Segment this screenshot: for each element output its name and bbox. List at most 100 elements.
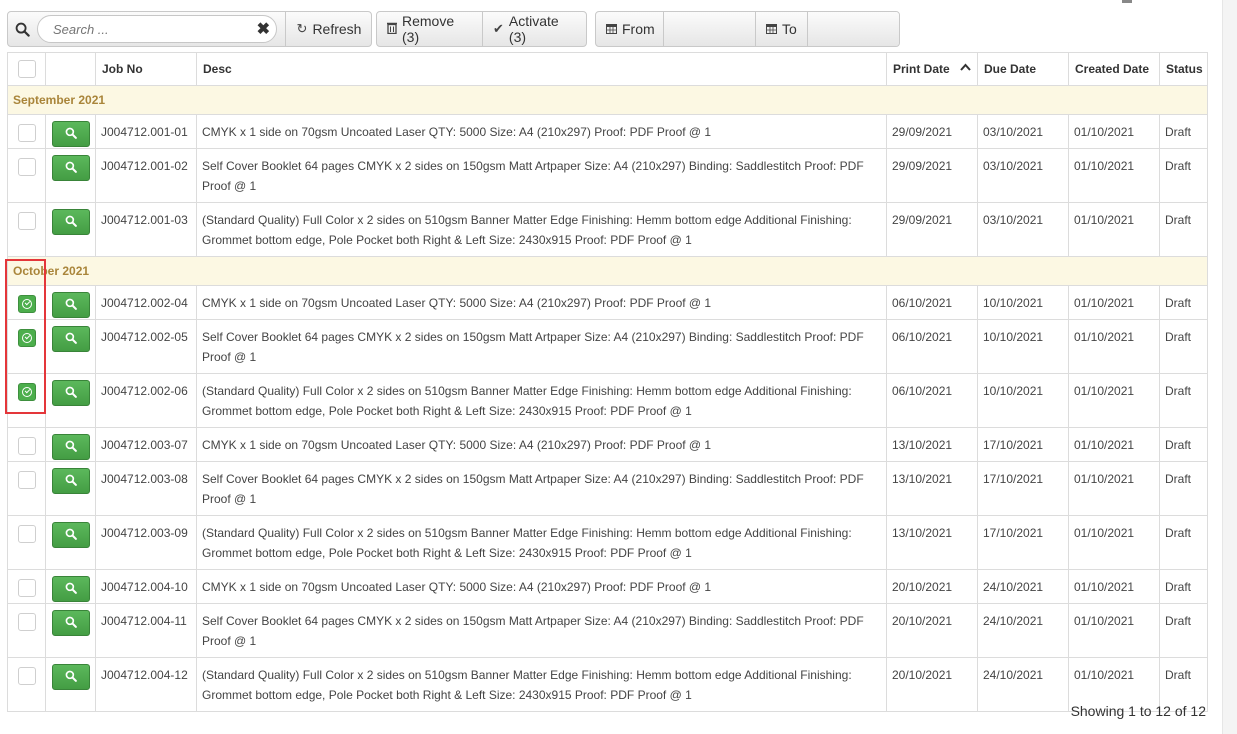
sort-asc-icon [960,62,971,74]
close-icon[interactable]: ✖ [257,19,270,39]
to-label: To [782,21,797,37]
view-button[interactable] [51,434,90,460]
view-button[interactable] [51,380,90,406]
remove-button[interactable]: Remove (3) [377,12,483,46]
search-field[interactable]: ✖ [37,15,277,43]
due-date-cell: 03/10/2021 [977,202,1069,257]
view-button[interactable] [51,610,90,636]
table-row[interactable]: J004712.001-02 Self Cover Booklet 64 page… [7,148,1208,203]
job-no-cell: J004712.003-07 [95,427,197,462]
created-date-cell: 01/10/2021 [1068,427,1160,462]
job-no-cell: J004712.001-02 [95,148,197,203]
due-date-cell: 10/10/2021 [977,285,1069,320]
print-date-cell: 06/10/2021 [886,285,978,320]
row-checkbox[interactable] [17,437,36,455]
view-button[interactable] [51,576,90,602]
view-button[interactable] [51,468,90,494]
due-date-header[interactable]: Due Date [977,52,1069,86]
view-cell [45,515,96,570]
created-date-cell: 01/10/2021 [1068,373,1160,428]
calendar-icon [766,22,777,37]
table-row[interactable]: J004712.002-06 (Standard Quality) Full Co… [7,373,1208,428]
status-cell: Draft [1159,373,1208,428]
due-date-cell: 17/10/2021 [977,461,1069,516]
print-date-cell: 13/10/2021 [886,461,978,516]
status-cell: Draft [1159,114,1208,149]
magnifier-icon [65,440,77,452]
row-checkbox[interactable] [17,124,36,142]
job-no-cell: J004712.003-09 [95,515,197,570]
magnifier-icon [65,127,77,139]
table-row[interactable]: J004712.001-03 (Standard Quality) Full Co… [7,202,1208,257]
created-date-cell: 01/10/2021 [1068,148,1160,203]
job-no-cell: J004712.001-01 [95,114,197,149]
row-checkbox[interactable] [17,158,36,176]
table-row[interactable]: J004712.004-10 CMYK x 1 side on 70gsm Unc… [7,569,1208,604]
view-cell [45,285,96,320]
select-all-checkbox[interactable] [17,60,36,78]
status-header[interactable]: Status [1159,52,1208,86]
table-row[interactable]: J004712.004-11 Self Cover Booklet 64 page… [7,603,1208,658]
select-cell [7,373,46,428]
desc-cell: CMYK x 1 side on 70gsm Uncoated Laser QT… [196,285,887,320]
table-row[interactable]: J004712.002-05 Self Cover Booklet 64 page… [7,319,1208,374]
row-checkbox[interactable] [17,471,36,489]
due-date-cell: 24/10/2021 [977,657,1069,712]
table-row[interactable]: J004712.001-01 CMYK x 1 side on 70gsm Unc… [7,114,1208,149]
magnifier-icon [65,582,77,594]
print-date-cell: 29/09/2021 [886,148,978,203]
to-button[interactable]: To [756,12,808,46]
desc-header[interactable]: Desc [196,52,887,86]
view-button[interactable] [51,292,90,318]
magnifier-icon [65,215,77,227]
table-row[interactable]: J004712.002-04 CMYK x 1 side on 70gsm Unc… [7,285,1208,320]
print-date-cell: 29/09/2021 [886,114,978,149]
row-checkbox-checked[interactable] [17,329,36,347]
view-button[interactable] [51,326,90,352]
table-row[interactable]: J004712.004-12 (Standard Quality) Full Co… [7,657,1208,712]
date-range-group: From To [595,11,900,47]
table-row[interactable]: J004712.003-07 CMYK x 1 side on 70gsm Unc… [7,427,1208,462]
search-icon [8,12,36,46]
select-cell [7,148,46,203]
from-button[interactable]: From [596,12,664,46]
table-row[interactable]: J004712.003-09 (Standard Quality) Full Co… [7,515,1208,570]
to-date-input[interactable] [808,12,899,46]
row-checkbox[interactable] [17,579,36,597]
magnifier-icon [65,332,77,344]
view-cell [45,148,96,203]
created-date-cell: 01/10/2021 [1068,285,1160,320]
created-date-cell: 01/10/2021 [1068,202,1160,257]
refresh-button[interactable]: ↻ Refresh [285,12,371,46]
row-checkbox-checked[interactable] [17,295,36,313]
search-input[interactable] [51,16,255,42]
view-button[interactable] [51,209,90,235]
print-date-cell: 29/09/2021 [886,202,978,257]
view-button[interactable] [51,155,90,181]
table-row[interactable]: J004712.003-08 Self Cover Booklet 64 page… [7,461,1208,516]
trash-icon [387,22,397,37]
job-no-header[interactable]: Job No [95,52,197,86]
from-date-input[interactable] [664,12,756,46]
desc-cell: (Standard Quality) Full Color x 2 sides … [196,657,887,712]
row-checkbox[interactable] [17,667,36,685]
view-button[interactable] [51,522,90,548]
group-label: September 2021 [7,85,1208,115]
desc-cell: Self Cover Booklet 64 pages CMYK x 2 sid… [196,148,887,203]
view-button[interactable] [51,664,90,690]
view-cell [45,569,96,604]
created-date-header[interactable]: Created Date [1068,52,1160,86]
activate-button[interactable]: ✔ Activate (3) [483,12,586,46]
page-scroll-rail [1222,0,1237,734]
row-checkbox[interactable] [17,525,36,543]
due-date-cell: 24/10/2021 [977,569,1069,604]
row-checkbox-checked[interactable] [17,383,36,401]
view-button[interactable] [51,121,90,147]
print-date-header[interactable]: Print Date [886,52,978,86]
magnifier-icon [65,474,77,486]
row-checkbox[interactable] [17,613,36,631]
select-all-header [7,52,46,86]
created-date-cell: 01/10/2021 [1068,603,1160,658]
row-checkbox[interactable] [17,212,36,230]
desc-cell: (Standard Quality) Full Color x 2 sides … [196,373,887,428]
